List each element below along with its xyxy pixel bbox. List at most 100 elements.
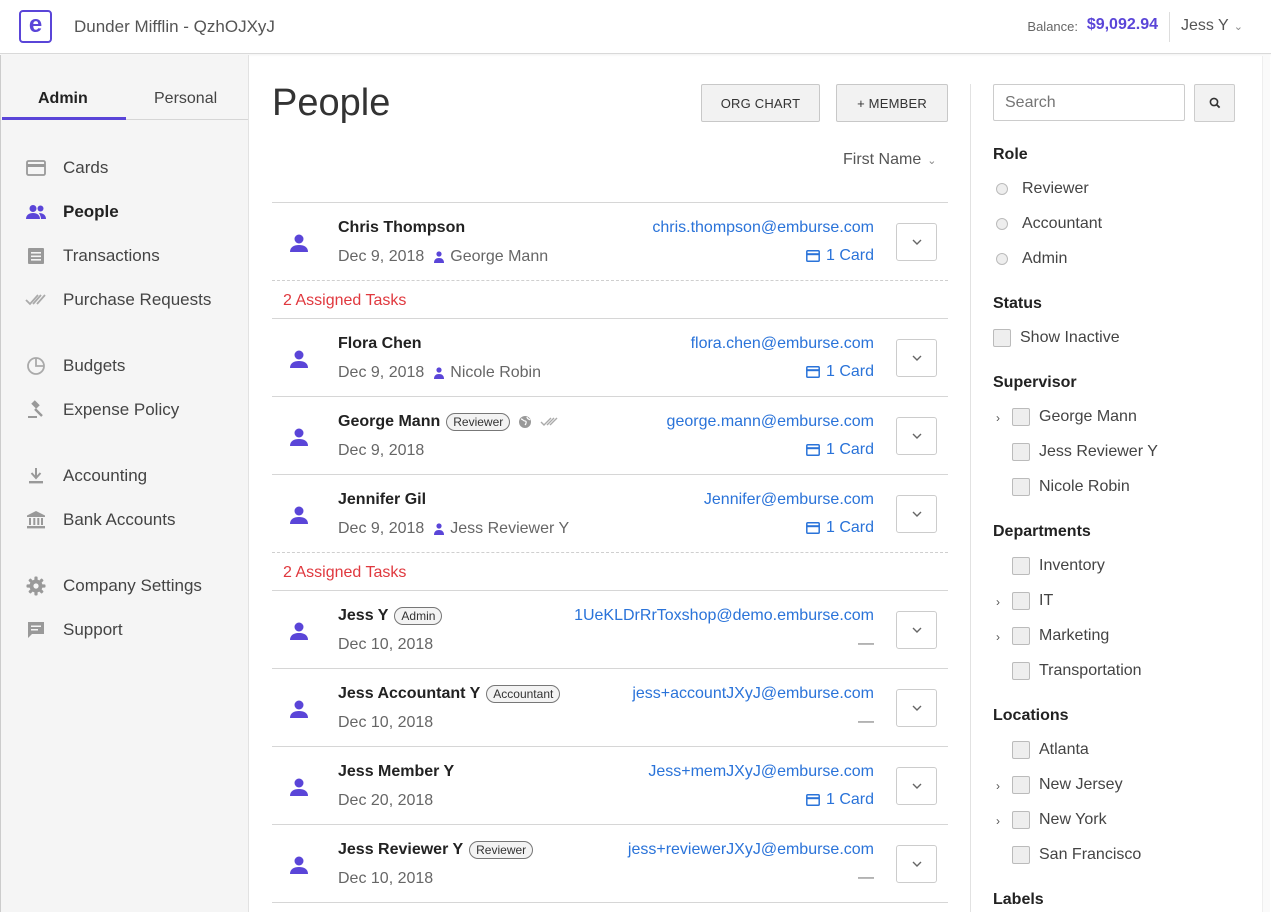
checkbox[interactable] — [1012, 592, 1030, 610]
checkbox[interactable] — [993, 329, 1011, 347]
checkbox[interactable] — [1012, 557, 1030, 575]
role-option-reviewer[interactable]: Reviewer — [996, 180, 1089, 198]
expand-button[interactable] — [896, 611, 937, 649]
person-email[interactable]: chris.thompson@emburse.com — [652, 219, 874, 237]
checkbox[interactable] — [1012, 741, 1030, 759]
person-email[interactable]: Jennifer@emburse.com — [704, 491, 874, 509]
expand-button[interactable] — [896, 417, 937, 455]
checkbox[interactable] — [1012, 478, 1030, 496]
person-name[interactable]: Chris Thompson — [338, 219, 465, 237]
location-option-new-jersey[interactable]: New Jersey — [1012, 776, 1123, 794]
cards-link[interactable]: 1 Card — [806, 363, 874, 381]
sidebar-item-purchase-requests[interactable]: Purchase Requests — [25, 288, 211, 312]
receipt-icon — [25, 245, 47, 267]
person-row[interactable]: Jess Accountant Y Accountant Dec 10, 2018… — [272, 669, 948, 747]
sidebar-item-transactions[interactable]: Transactions — [25, 244, 160, 268]
checkbox[interactable] — [1012, 776, 1030, 794]
checkbox[interactable] — [1012, 662, 1030, 680]
scrollbar[interactable] — [1262, 56, 1270, 912]
search-button[interactable] — [1194, 84, 1235, 122]
person-name[interactable]: Flora Chen — [338, 335, 422, 353]
expand-caret-icon[interactable]: › — [996, 814, 1000, 828]
cards-link[interactable]: 1 Card — [806, 791, 874, 809]
sidebar-item-people[interactable]: People — [25, 200, 119, 224]
person-row[interactable]: Jess Member Y Dec 20, 2018 Jess+memJXyJ@… — [272, 747, 948, 825]
checkbox[interactable] — [1012, 627, 1030, 645]
sidebar-item-expense-policy[interactable]: Expense Policy — [25, 398, 179, 422]
checkbox[interactable] — [1012, 408, 1030, 426]
department-option-it[interactable]: IT — [1012, 592, 1053, 610]
person-email[interactable]: 1UeKLDrRrToxshop@demo.emburse.com — [574, 607, 874, 625]
sidebar-item-bank-accounts[interactable]: Bank Accounts — [25, 508, 175, 532]
expand-button[interactable] — [896, 767, 937, 805]
supervisor-option-george-mann[interactable]: George Mann — [1012, 408, 1137, 426]
role-option-accountant[interactable]: Accountant — [996, 215, 1102, 233]
checkbox[interactable] — [1012, 443, 1030, 461]
cards-link[interactable]: 1 Card — [806, 441, 874, 459]
expand-button[interactable] — [896, 845, 937, 883]
expand-caret-icon[interactable]: › — [996, 630, 1000, 644]
tab-admin[interactable]: Admin — [38, 90, 88, 108]
expand-caret-icon[interactable]: › — [996, 595, 1000, 609]
sort-dropdown[interactable]: First Name ⌄ — [843, 151, 936, 169]
radio-button[interactable] — [996, 218, 1008, 230]
location-option-new-york[interactable]: New York — [1012, 811, 1107, 829]
person-email[interactable]: Jess+memJXyJ@emburse.com — [648, 763, 874, 781]
person-row[interactable]: Jess Reviewer Y Reviewer Dec 10, 2018 jes… — [272, 825, 948, 903]
add-member-button[interactable]: + MEMBER — [836, 84, 948, 122]
person-name[interactable]: Jess Y Admin — [338, 607, 443, 625]
person-name[interactable]: George Mann Reviewer — [338, 413, 558, 431]
radio-button[interactable] — [996, 253, 1008, 265]
card-icon — [25, 157, 47, 179]
expand-button[interactable] — [896, 223, 937, 261]
sidebar-item-company-settings[interactable]: Company Settings — [25, 574, 202, 598]
person-row[interactable]: Chris Thompson Dec 9, 2018 George Mann ch… — [272, 203, 948, 281]
person-name[interactable]: Jess Member Y — [338, 763, 454, 781]
person-name[interactable]: Jennifer Gil — [338, 491, 426, 509]
person-name[interactable]: Jess Reviewer Y Reviewer — [338, 841, 534, 859]
show-inactive-checkbox[interactable]: Show Inactive — [993, 329, 1120, 347]
assigned-tasks-link[interactable]: 2 Assigned Tasks — [283, 292, 406, 310]
checkbox[interactable] — [1012, 846, 1030, 864]
search-input[interactable] — [993, 84, 1185, 121]
location-option-atlanta[interactable]: Atlanta — [1012, 741, 1089, 759]
person-row[interactable]: George Mann Reviewer Dec 9, 2018 george.m… — [272, 397, 948, 475]
radio-button[interactable] — [996, 183, 1008, 195]
person-date: Dec 10, 2018 — [338, 636, 434, 653]
expand-caret-icon[interactable]: › — [996, 779, 1000, 793]
department-option-transportation[interactable]: Transportation — [1012, 662, 1142, 680]
sidebar-item-cards[interactable]: Cards — [25, 156, 108, 180]
checkbox[interactable] — [1012, 811, 1030, 829]
emburse-logo[interactable]: e — [19, 10, 52, 43]
person-row[interactable]: Jess Y Admin Dec 10, 2018 1UeKLDrRrToxsho… — [272, 591, 948, 669]
person-row[interactable]: Jennifer Gil Dec 9, 2018 Jess Reviewer Y … — [272, 475, 948, 553]
expand-button[interactable] — [896, 689, 937, 727]
department-option-inventory[interactable]: Inventory — [1012, 557, 1105, 575]
supervisor-option-jess-reviewer-y[interactable]: Jess Reviewer Y — [1012, 443, 1158, 461]
sidebar-item-accounting[interactable]: Accounting — [25, 464, 147, 488]
person-email[interactable]: jess+accountJXyJ@emburse.com — [632, 685, 874, 703]
cards-link[interactable]: 1 Card — [806, 519, 874, 537]
user-menu[interactable]: Jess Y ⌄ — [1181, 17, 1243, 35]
sidebar-item-budgets[interactable]: Budgets — [25, 354, 125, 378]
department-option-marketing[interactable]: Marketing — [1012, 627, 1109, 645]
person-email[interactable]: george.mann@emburse.com — [667, 413, 874, 431]
assigned-tasks-link[interactable]: 2 Assigned Tasks — [283, 564, 406, 582]
supervisor-option-nicole-robin[interactable]: Nicole Robin — [1012, 478, 1130, 496]
status-heading: Status — [993, 295, 1042, 312]
expand-button[interactable] — [896, 495, 937, 533]
person-name[interactable]: Jess Accountant Y Accountant — [338, 685, 561, 703]
expand-caret-icon[interactable]: › — [996, 411, 1000, 425]
org-chart-button[interactable]: ORG CHART — [701, 84, 820, 122]
expand-button[interactable] — [896, 339, 937, 377]
sidebar-item-support[interactable]: Support — [25, 618, 123, 642]
role-option-admin[interactable]: Admin — [996, 250, 1067, 268]
location-option-san-francisco[interactable]: San Francisco — [1012, 846, 1141, 864]
person-email[interactable]: jess+reviewerJXyJ@emburse.com — [628, 841, 874, 859]
person-row[interactable]: Flora Chen Dec 9, 2018 Nicole Robin flora… — [272, 319, 948, 397]
person-email[interactable]: flora.chen@emburse.com — [691, 335, 874, 353]
cards-link[interactable]: 1 Card — [806, 247, 874, 265]
labels-heading: Labels — [993, 891, 1044, 908]
person-date: Dec 10, 2018 — [338, 870, 434, 887]
tab-personal[interactable]: Personal — [154, 90, 217, 108]
